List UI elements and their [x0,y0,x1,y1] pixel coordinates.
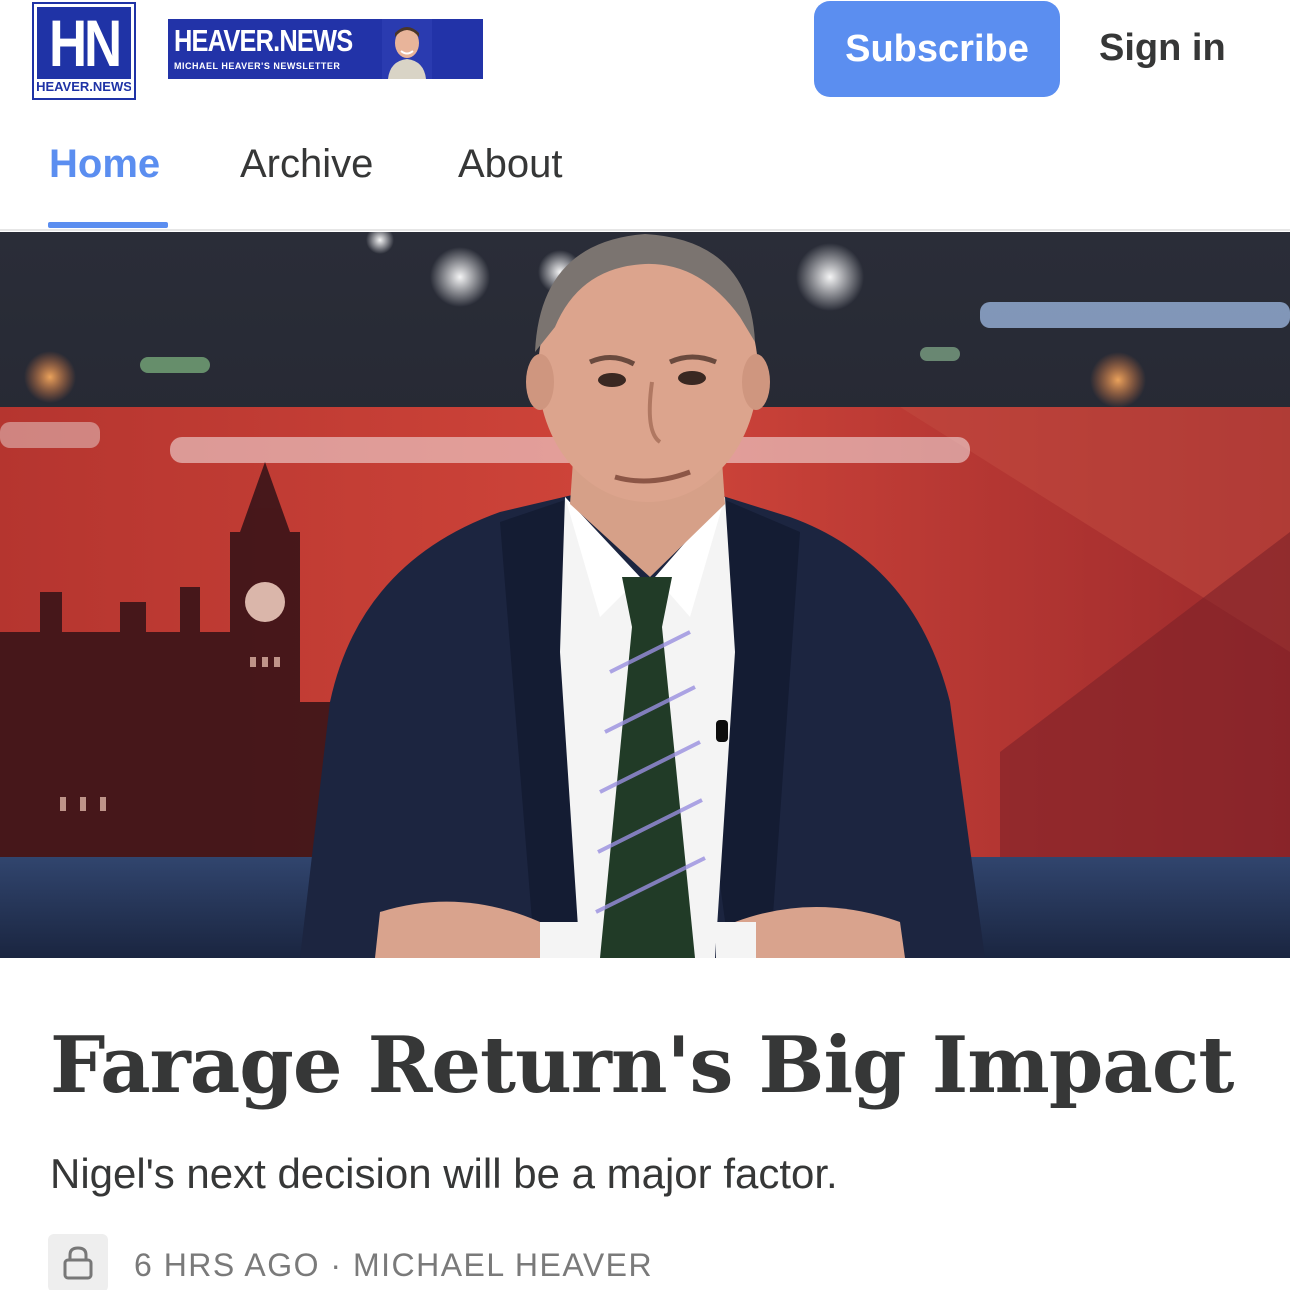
tab-archive[interactable]: Archive [240,140,373,188]
meta-separator: · [330,1247,343,1283]
article-subtitle: Nigel's next decision will be a major fa… [50,1150,838,1197]
paywall-lock [48,1234,108,1290]
logo-letters: HN [49,6,122,80]
hero-image[interactable] [0,232,1290,958]
article-title[interactable]: Farage Return's Big Impact [50,1018,1270,1114]
sign-in-link[interactable]: Sign in [1099,26,1226,70]
subscribe-button[interactable]: Subscribe [814,1,1060,97]
logo-caption: HEAVER.NEWS [36,79,132,95]
banner-title: HEAVER.NEWS [174,23,353,58]
article-meta: 6 HRS AGO · MICHAEL HEAVER [48,1234,1048,1290]
meta-line: 6 HRS AGO · MICHAEL HEAVER [134,1246,653,1284]
tab-home[interactable]: Home [49,140,160,188]
post-time: 6 HRS AGO [134,1247,320,1283]
active-tab-indicator [48,222,168,228]
newsletter-banner[interactable]: HEAVER.NEWS MICHAEL HEAVER'S NEWSLETTER [168,19,483,79]
lock-icon [63,1246,93,1280]
author-photo [382,19,432,79]
nav-tabs: Home Archive About [0,140,1290,230]
banner-subtitle: MICHAEL HEAVER'S NEWSLETTER [174,61,341,71]
site-logo[interactable]: HN HEAVER.NEWS [32,2,136,100]
author-name[interactable]: MICHAEL HEAVER [353,1247,653,1283]
tab-about[interactable]: About [458,140,563,188]
hero-illustration [0,232,1290,958]
nav-divider [0,229,1290,231]
